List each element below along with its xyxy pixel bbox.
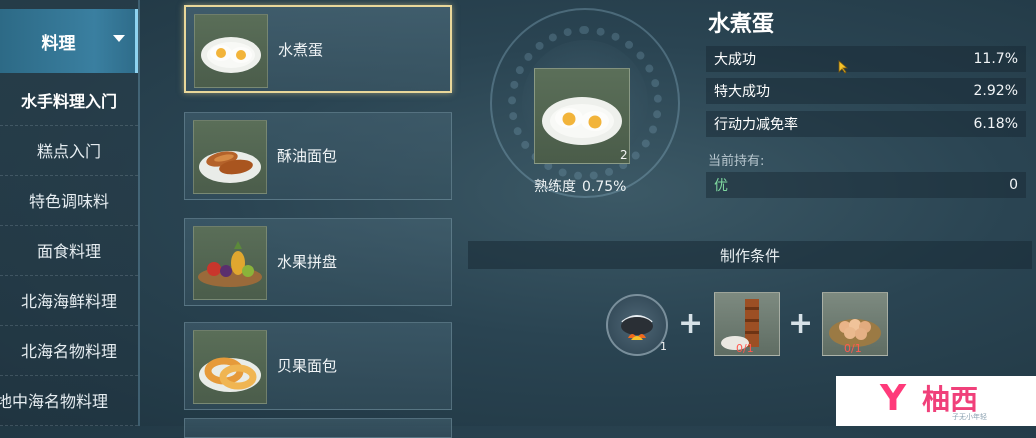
bagel-icon: [193, 330, 267, 404]
sidebar-item-north-sea-specialty[interactable]: 北海名物料理: [0, 325, 138, 376]
sidebar-item-noodles[interactable]: 面食料理: [0, 225, 138, 276]
recipe-card-bagel[interactable]: 贝果面包: [184, 322, 452, 410]
category-sidebar: 料理 水手料理入门 糕点入门 特色调味料 面食料理 北海海鲜料理 北海名物料理 …: [0, 0, 138, 426]
stat-great-success: 大成功 11.7%: [706, 46, 1026, 72]
holding-label: 当前持有:: [708, 154, 765, 169]
stat-value: 11.7%: [973, 51, 1018, 67]
stat-label: 行动力减免率: [714, 117, 798, 133]
crafting-conditions-title: 制作条件: [719, 246, 780, 265]
stat-value: 2.92%: [973, 83, 1018, 99]
proficiency: 熟练度 0.75%: [534, 176, 632, 196]
cursor-icon: [838, 60, 848, 74]
recipe-card-partial[interactable]: [184, 418, 452, 438]
stat-label: 特大成功: [714, 84, 770, 100]
recipe-card-fruit-platter[interactable]: 水果拼盘: [184, 218, 452, 306]
fruit-platter-icon: [193, 226, 267, 300]
ingredient-count: 0/1: [736, 342, 754, 355]
watermark-logo-icon: Y: [880, 378, 907, 419]
sidebar-item-label: 特色调味料: [28, 192, 109, 211]
sidebar-item-seasoning[interactable]: 特色调味料: [0, 175, 138, 226]
ingredient-count: 1: [660, 340, 667, 353]
grade-label: 优: [714, 178, 728, 194]
sidebar-item-label: 糕点入门: [36, 142, 101, 161]
sidebar-item-sailor-cooking[interactable]: 水手料理入门: [0, 75, 138, 126]
sidebar-item-north-sea-seafood[interactable]: 北海海鲜料理: [0, 275, 138, 326]
plus-icon: +: [788, 306, 814, 341]
stat-action-reduction: 行动力减免率 6.18%: [706, 111, 1026, 137]
plus-icon: +: [678, 306, 704, 341]
sidebar-divider: [138, 0, 140, 426]
chevron-down-icon: [113, 35, 125, 42]
category-dropdown[interactable]: 料理: [0, 9, 138, 73]
cooking-pot-icon[interactable]: [606, 294, 668, 356]
sidebar-item-label: 水手料理入门: [20, 92, 117, 111]
category-dropdown-label: 料理: [41, 33, 76, 54]
stat-value: 6.18%: [973, 116, 1018, 132]
holding-grade-row: 优 0: [706, 172, 1026, 198]
detail-title: 水煮蛋: [708, 12, 775, 37]
recipe-name: 贝果面包: [277, 357, 338, 375]
boiled-egg-icon: [194, 14, 268, 88]
sidebar-item-pastry[interactable]: 糕点入门: [0, 125, 138, 176]
recipe-card-butter-bread[interactable]: 酥油面包: [184, 112, 452, 200]
recipe-card-boiled-egg[interactable]: 水煮蛋: [184, 5, 452, 93]
proficiency-value: 0.75%: [582, 179, 627, 195]
sidebar-item-label: 北海名物料理: [20, 342, 117, 361]
ingredient-count: 0/1: [844, 342, 862, 355]
recipe-name: 酥油面包: [277, 147, 338, 165]
sidebar-item-label: 地中海名物料理: [0, 392, 109, 411]
watermark-subtitle: 子无小年轻: [952, 413, 987, 421]
sidebar-item-label: 面食料理: [36, 242, 101, 261]
crafting-conditions-header: 制作条件: [468, 241, 1032, 269]
proficiency-label: 熟练度: [534, 179, 576, 195]
recipe-name: 水果拼盘: [277, 253, 338, 271]
recipe-name: 水煮蛋: [278, 41, 324, 59]
butter-bread-icon: [193, 120, 267, 194]
sidebar-item-label: 北海海鲜料理: [20, 292, 117, 311]
preview-boiled-egg-icon: [534, 68, 630, 164]
stat-huge-success: 特大成功 2.92%: [706, 78, 1026, 104]
preview-quantity: 2: [620, 148, 628, 162]
grade-value: 0: [1009, 177, 1018, 193]
sidebar-item-mediterranean-specialty[interactable]: 地中海名物料理: [0, 375, 138, 426]
stat-label: 大成功: [714, 52, 756, 68]
